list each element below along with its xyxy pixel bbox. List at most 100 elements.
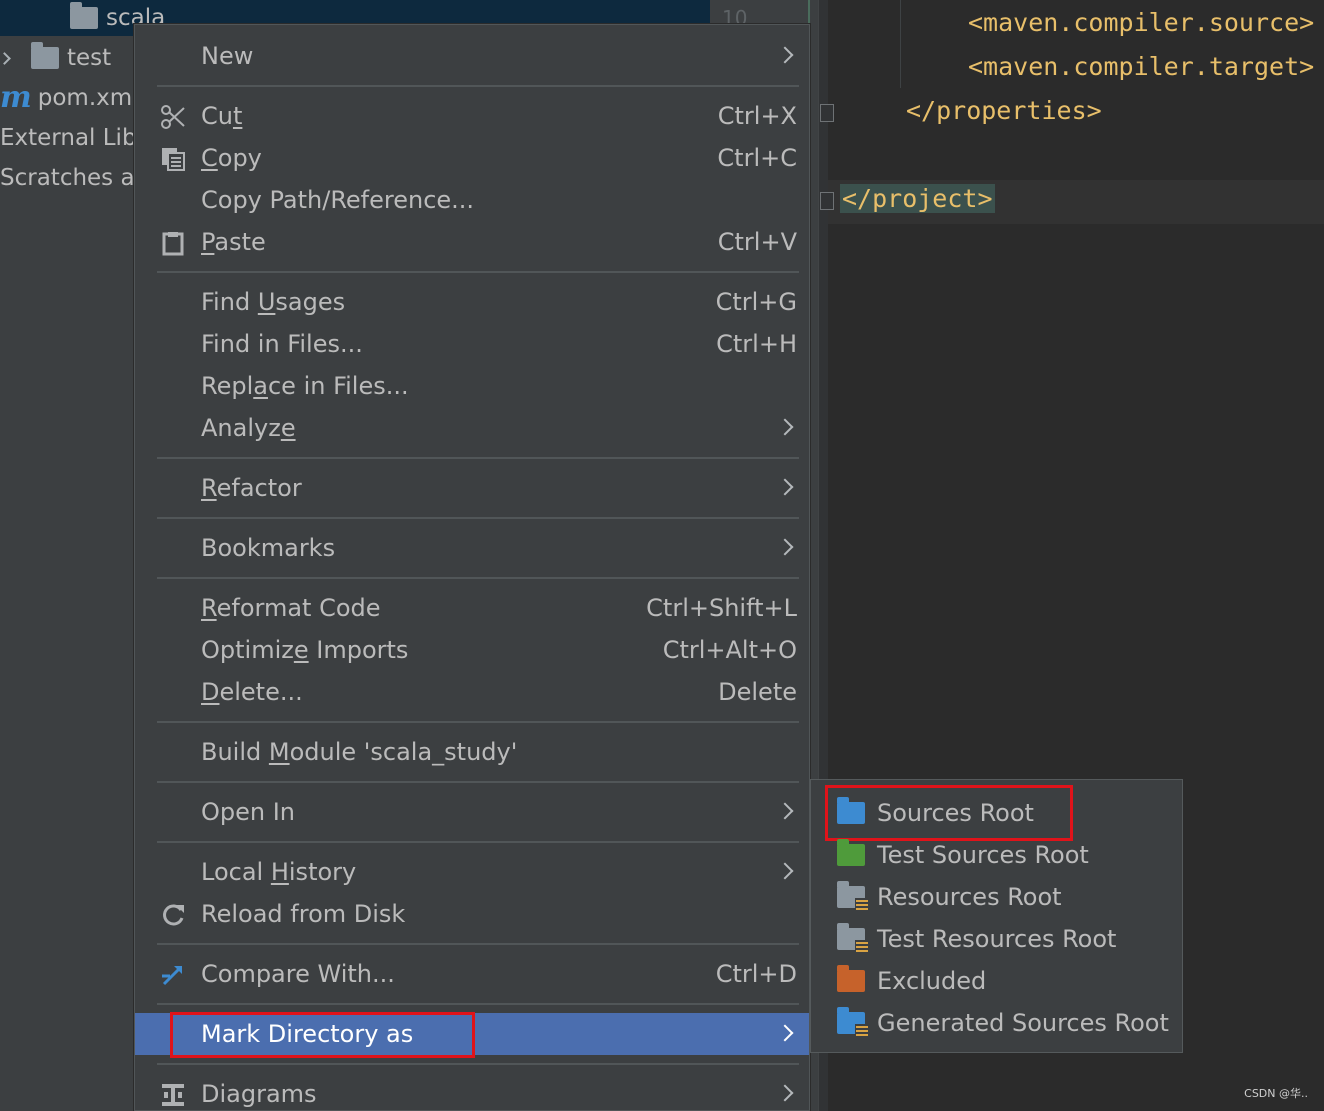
menu-item-label: Optimize Imports [201, 636, 409, 664]
code-line: <maven.compiler.source> [968, 8, 1315, 37]
menu-item-label: Find Usages [201, 288, 346, 316]
menu-separator [157, 1003, 799, 1005]
menu-item-bookmarks[interactable]: Bookmarks [135, 527, 809, 569]
menu-item-label: Delete... [201, 678, 303, 706]
tree-item-pom[interactable]: m pom.xml [0, 78, 139, 118]
code-line: </project> [840, 184, 995, 213]
menu-item-diagrams[interactable]: Diagrams [135, 1073, 809, 1111]
menu-item-label: Analyze [201, 414, 296, 442]
submenu-item-test-resources-root[interactable]: Test Resources Root [811, 918, 1182, 960]
copy-icon [159, 145, 187, 173]
menu-item-shortcut: Ctrl+Shift+L [646, 594, 797, 622]
menu-separator [157, 577, 799, 579]
menu-item-shortcut: Ctrl+G [715, 288, 797, 316]
menu-item-analyze[interactable]: Analyze [135, 407, 809, 449]
fold-icon[interactable] [820, 192, 834, 210]
indent-guide [900, 0, 901, 88]
tree-item-scratches[interactable]: Scratches ar [0, 158, 144, 198]
menu-item-find-in-files[interactable]: Find in Files... Ctrl+H [135, 323, 809, 365]
menu-item-reformat-code[interactable]: Reformat Code Ctrl+Shift+L [135, 587, 809, 629]
menu-item-shortcut: Ctrl+H [716, 330, 797, 358]
submenu-item-label: Generated Sources Root [877, 1009, 1169, 1037]
menu-item-open-in[interactable]: Open In [135, 791, 809, 833]
chevron-right-icon [776, 1084, 794, 1102]
menu-separator [157, 85, 799, 87]
watermark: CSDN @华.. [1244, 1087, 1308, 1100]
menu-item-refactor[interactable]: Refactor [135, 467, 809, 509]
menu-separator [157, 1063, 799, 1065]
menu-item-optimize-imports[interactable]: Optimize Imports Ctrl+Alt+O [135, 629, 809, 671]
chevron-right-icon [776, 862, 794, 880]
tree-item-label: Scratches ar [0, 165, 145, 191]
menu-item-label: Local History [201, 858, 357, 886]
submenu-item-label: Resources Root [877, 883, 1062, 911]
chevron-right-icon [776, 802, 794, 820]
menu-item-label: New [201, 42, 254, 70]
menu-item-shortcut: Ctrl+X [717, 102, 797, 130]
menu-separator [157, 721, 799, 723]
menu-separator [157, 943, 799, 945]
menu-item-label: Compare With... [201, 960, 395, 988]
mark-directory-submenu: Sources Root Test Sources Root Resources R… [810, 779, 1183, 1053]
menu-item-shortcut: Ctrl+V [717, 228, 797, 256]
submenu-item-generated-sources-root[interactable]: Generated Sources Root [811, 1002, 1182, 1044]
menu-item-copy-path-reference[interactable]: Copy Path/Reference... [135, 179, 809, 221]
submenu-item-excluded[interactable]: Excluded [811, 960, 1182, 1002]
menu-item-label: Replace in Files... [201, 372, 409, 400]
menu-item-label: Reformat Code [201, 594, 381, 622]
chevron-right-icon [776, 46, 794, 64]
chevron-right-icon [776, 538, 794, 556]
highlight-box [170, 1012, 475, 1058]
menu-item-new[interactable]: New [135, 35, 809, 77]
menu-item-build-module-scala-study[interactable]: Build Module 'scala_study' [135, 731, 809, 773]
tree-item-label: External Libr [0, 125, 146, 151]
menu-item-label: Build Module 'scala_study' [201, 738, 518, 766]
menu-item-label: Find in Files... [201, 330, 363, 358]
code-line: </properties> [906, 96, 1102, 125]
menu-item-label: Refactor [201, 474, 302, 502]
tree-item-test[interactable]: test [0, 38, 111, 78]
excluded-folder-icon [837, 965, 865, 992]
clipboard-icon [159, 229, 187, 257]
menu-item-label: Reload from Disk [201, 900, 406, 928]
submenu-item-test-sources-root[interactable]: Test Sources Root [811, 834, 1182, 876]
chevron-right-icon[interactable] [0, 51, 11, 65]
menu-item-cut[interactable]: Cut Ctrl+X [135, 95, 809, 137]
matched-tag: </project> [840, 184, 995, 213]
menu-item-label: Copy Path/Reference... [201, 186, 475, 214]
menu-item-reload-from-disk[interactable]: Reload from Disk [135, 893, 809, 935]
menu-item-delete[interactable]: Delete... Delete [135, 671, 809, 713]
menu-item-compare-with[interactable]: Compare With... Ctrl+D [135, 953, 809, 995]
menu-separator [157, 781, 799, 783]
scissors-icon [159, 103, 187, 131]
tree-item-external-libraries[interactable]: External Libr [0, 118, 146, 158]
reload-icon [159, 901, 187, 929]
test-resources-root-folder-icon [837, 923, 869, 954]
menu-item-local-history[interactable]: Local History [135, 851, 809, 893]
submenu-item-resources-root[interactable]: Resources Root [811, 876, 1182, 918]
fold-icon[interactable] [820, 104, 834, 122]
menu-separator [157, 457, 799, 459]
folder-icon [70, 2, 98, 29]
menu-item-label: Diagrams [201, 1080, 317, 1108]
menu-item-label: Copy [201, 144, 262, 172]
diagram-icon [159, 1081, 187, 1109]
menu-item-shortcut: Ctrl+C [717, 144, 797, 172]
menu-item-replace-in-files[interactable]: Replace in Files... [135, 365, 809, 407]
menu-item-label: Bookmarks [201, 534, 336, 562]
menu-item-find-usages[interactable]: Find Usages Ctrl+G [135, 281, 809, 323]
submenu-item-label: Test Resources Root [877, 925, 1117, 953]
menu-separator [157, 271, 799, 273]
menu-item-copy[interactable]: Copy Ctrl+C [135, 137, 809, 179]
test-sources-root-folder-icon [837, 839, 865, 866]
highlight-box [825, 785, 1073, 841]
maven-icon: m [0, 80, 32, 115]
generated-sources-root-folder-icon [837, 1007, 869, 1038]
tree-item-label: pom.xml [37, 85, 139, 111]
chevron-right-icon [776, 478, 794, 496]
submenu-item-label: Excluded [877, 967, 987, 995]
menu-item-paste[interactable]: Paste Ctrl+V [135, 221, 809, 263]
menu-item-shortcut: Delete [718, 678, 797, 706]
folder-icon [31, 42, 59, 69]
chevron-right-icon [776, 1024, 794, 1042]
